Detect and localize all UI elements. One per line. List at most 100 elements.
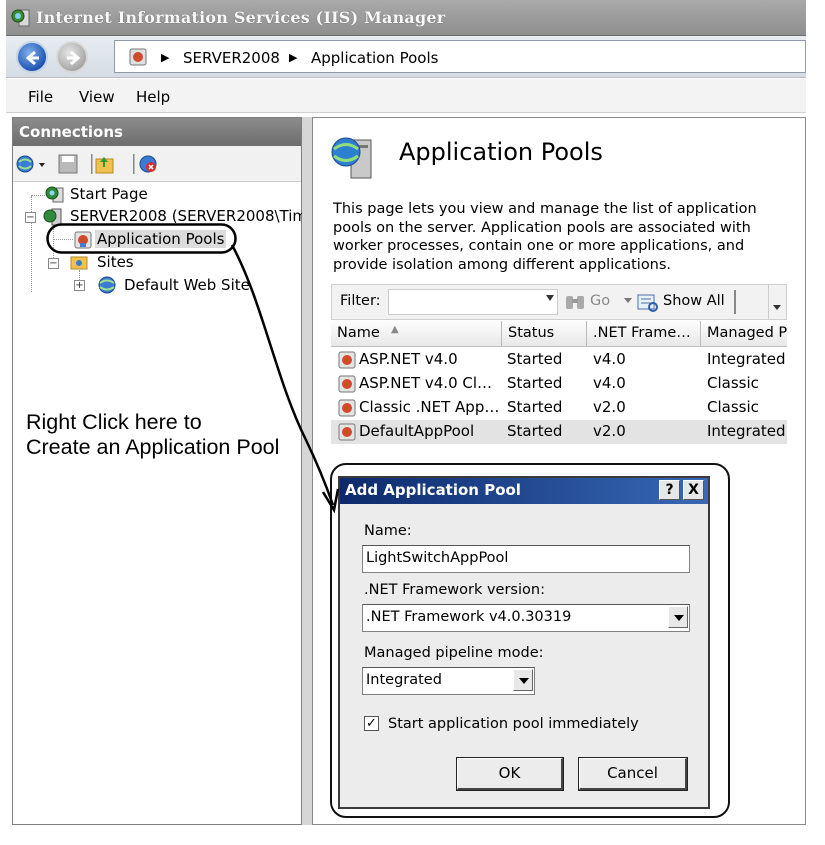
- row-net: v2.0: [593, 398, 626, 416]
- back-button[interactable]: [16, 41, 48, 73]
- add-application-pool-dialog: Add Application Pool ? X Name: LightSwit…: [338, 476, 710, 809]
- table-row-selected[interactable]: DefaultAppPool Started v2.0 Integrated: [331, 420, 787, 444]
- chevron-down-icon[interactable]: [513, 669, 533, 691]
- app-pool-icon: [338, 351, 356, 369]
- page-description: This page lets you view and manage the l…: [333, 201, 757, 273]
- name-label: Name:: [364, 523, 412, 539]
- connections-header: Connections: [13, 118, 301, 146]
- address-bar[interactable]: ▶ SERVER2008 ▶ Application Pools: [114, 40, 806, 73]
- row-net: v4.0: [593, 350, 626, 368]
- forward-button[interactable]: [56, 41, 88, 73]
- pipeline-select[interactable]: Integrated: [362, 667, 535, 695]
- column-header-net-framework[interactable]: .NET Frame…: [587, 321, 701, 347]
- menu-view[interactable]: View: [79, 88, 115, 106]
- expand-default-site-toggle[interactable]: +: [74, 280, 85, 291]
- row-pipeline: Classic: [707, 374, 759, 392]
- arrow-left-icon: [25, 50, 39, 66]
- menu-help[interactable]: Help: [136, 88, 170, 106]
- help-button[interactable]: ?: [659, 480, 680, 500]
- show-all-button[interactable]: Show All: [663, 293, 725, 309]
- breadcrumb-app-pools[interactable]: Application Pools: [311, 49, 438, 67]
- iis-app-icon: [11, 9, 30, 27]
- pipeline-label: Managed pipeline mode:: [364, 645, 544, 661]
- window-title-bar: Internet Information Services (IIS) Mana…: [6, 0, 806, 36]
- start-page-icon: [45, 186, 64, 203]
- go-button[interactable]: Go: [590, 293, 610, 309]
- filter-dropdown-icon[interactable]: [546, 295, 554, 301]
- toolbar-separator: [768, 285, 769, 319]
- row-name: ASP.NET v4.0 Cl…: [359, 374, 493, 392]
- annotation-line-2: Create an Application Pool: [26, 435, 280, 459]
- filter-input[interactable]: [388, 289, 558, 315]
- sort-ascending-icon: ▲: [391, 324, 399, 335]
- annotation-line-1: Right Click here to: [26, 410, 202, 434]
- row-net: v4.0: [593, 374, 626, 392]
- column-name-label: Name: [337, 325, 380, 341]
- pane-splitter[interactable]: [302, 117, 312, 825]
- filter-bar: Filter: Go Show All: [331, 284, 787, 320]
- row-status: Started: [507, 398, 563, 416]
- framework-value: .NET Framework v4.0.30319: [366, 609, 572, 625]
- menu-file[interactable]: File: [28, 88, 53, 106]
- app-pools-grid: Name ▲ Status .NET Frame… Managed Pi ASP…: [331, 321, 787, 445]
- app-pool-icon: [338, 399, 356, 417]
- framework-select[interactable]: .NET Framework v4.0.30319: [362, 604, 690, 632]
- start-immediately-checkbox[interactable]: ✓: [364, 716, 379, 731]
- column-header-managed-pipeline[interactable]: Managed Pi: [701, 321, 787, 347]
- connections-toolbar: [13, 146, 301, 182]
- cancel-button[interactable]: Cancel: [578, 757, 688, 791]
- menu-bar: File View Help: [6, 79, 806, 113]
- breadcrumb-server[interactable]: SERVER2008: [183, 49, 280, 67]
- connect-globe-icon[interactable]: [15, 153, 51, 175]
- chevron-down-icon[interactable]: [668, 606, 688, 628]
- go-dropdown-icon[interactable]: [624, 298, 632, 303]
- close-button[interactable]: X: [683, 480, 704, 500]
- table-row[interactable]: ASP.NET v4.0 Started v4.0 Integrated: [331, 348, 787, 372]
- start-immediately-label: Start application pool immediately: [388, 716, 639, 732]
- row-net: v2.0: [593, 422, 626, 440]
- annotation-circle: [46, 223, 237, 254]
- website-globe-icon: [98, 276, 116, 294]
- ok-button[interactable]: OK: [456, 757, 564, 791]
- toolbar-overflow-icon[interactable]: [773, 305, 781, 310]
- row-name: DefaultAppPool: [359, 422, 475, 440]
- delete-connection-icon[interactable]: [131, 152, 161, 176]
- row-pipeline: Classic: [707, 398, 759, 416]
- row-status: Started: [507, 422, 563, 440]
- row-pipeline: Integrated: [707, 350, 786, 368]
- name-input[interactable]: LightSwitchAppPool: [362, 545, 690, 573]
- connections-pane: Connections Start Page − SERVER2008 (SER…: [12, 117, 313, 825]
- dialog-title-bar: Add Application Pool ? X: [340, 478, 708, 504]
- row-pipeline: Integrated: [707, 422, 786, 440]
- app-pool-icon: [129, 48, 147, 66]
- collapse-sites-toggle[interactable]: −: [48, 258, 59, 269]
- show-all-icon: [637, 294, 658, 312]
- dialog-title: Add Application Pool: [345, 481, 521, 499]
- row-name: Classic .NET App…: [359, 398, 500, 416]
- table-row[interactable]: ASP.NET v4.0 Cl… Started v4.0 Classic: [331, 372, 787, 396]
- breadcrumb-separator-icon[interactable]: ▶: [161, 51, 169, 64]
- binoculars-icon[interactable]: [564, 292, 586, 312]
- annotation-text: Right Click here to Create an Applicatio…: [26, 410, 279, 460]
- row-status: Started: [507, 350, 563, 368]
- arrow-right-icon: [67, 50, 81, 66]
- tree-sites[interactable]: Sites: [97, 253, 134, 271]
- window-title: Internet Information Services (IIS) Mana…: [36, 8, 446, 27]
- up-folder-icon[interactable]: [89, 152, 115, 176]
- filter-label: Filter:: [340, 293, 381, 309]
- column-header-status[interactable]: Status: [502, 321, 587, 347]
- tree-line: [31, 196, 32, 292]
- pipeline-value: Integrated: [366, 672, 442, 688]
- table-row[interactable]: Classic .NET App… Started v2.0 Classic: [331, 396, 787, 420]
- app-pool-icon: [338, 375, 356, 393]
- collapse-server-toggle[interactable]: −: [25, 212, 36, 223]
- connections-title: Connections: [19, 123, 123, 141]
- navigation-bar: ▶ SERVER2008 ▶ Application Pools: [6, 36, 806, 78]
- tree-line: [31, 195, 45, 196]
- column-header-name[interactable]: Name ▲: [331, 321, 502, 347]
- save-icon[interactable]: [57, 153, 79, 175]
- tree-start-page[interactable]: Start Page: [70, 185, 148, 203]
- toolbar-separator: [734, 290, 736, 314]
- tree-default-web-site[interactable]: Default Web Site: [124, 276, 250, 294]
- breadcrumb-separator-icon[interactable]: ▶: [289, 51, 297, 64]
